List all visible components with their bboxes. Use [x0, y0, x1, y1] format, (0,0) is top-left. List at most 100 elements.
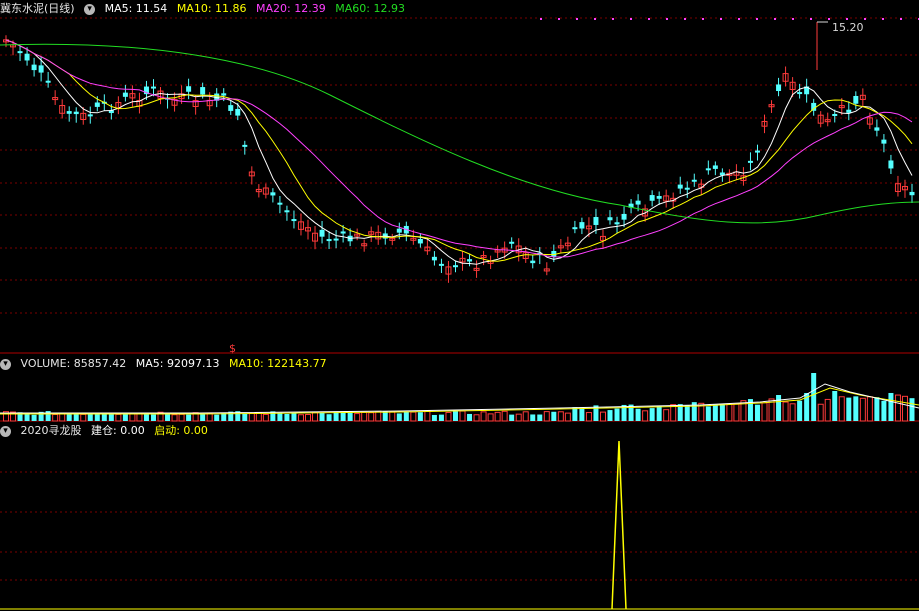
volume-bar [431, 414, 437, 421]
volume-bar [262, 413, 269, 422]
top-dot [900, 18, 902, 20]
top-dot [558, 18, 560, 20]
volume-bar [165, 414, 171, 421]
volume-bar [361, 411, 368, 422]
top-dot [576, 18, 578, 20]
candle-body [235, 108, 241, 116]
candle-body [881, 139, 887, 144]
top-dot [630, 18, 632, 20]
volume-bar [551, 411, 557, 421]
volume-bar [789, 403, 796, 422]
volume-bar [143, 413, 149, 421]
candle-body [509, 241, 515, 244]
moving-average-lines [0, 39, 919, 265]
volume-bar [859, 397, 866, 422]
volume-bar [248, 412, 255, 422]
volume-bar [52, 414, 59, 422]
candle-body [333, 238, 339, 241]
volume-bars [0, 373, 919, 422]
volume-bar [178, 413, 185, 422]
candle-body [122, 92, 128, 97]
volume-bar [445, 411, 452, 422]
volume-bar [754, 404, 760, 421]
candle-body [607, 217, 613, 221]
candle-body [656, 196, 662, 199]
top-dot [720, 18, 722, 20]
candle-body [291, 219, 297, 222]
volume-bar [200, 413, 206, 421]
top-dot [684, 18, 686, 20]
volume-bar [396, 413, 402, 421]
candle-body [396, 228, 402, 233]
top-dot [864, 18, 866, 20]
candle-body [754, 150, 760, 153]
ma60-line [0, 43, 919, 224]
volume-bar [171, 414, 178, 422]
top-dot [648, 18, 650, 20]
candle-body [853, 95, 859, 104]
volume-ma5-line [0, 383, 919, 414]
volume-bar [459, 410, 466, 422]
candle-body [38, 65, 44, 73]
volume-bar [340, 412, 346, 421]
volume-bar [733, 403, 740, 422]
volume-bar [824, 398, 831, 422]
volume-bar [122, 414, 128, 421]
volume-bar [382, 411, 388, 421]
candle-body [677, 184, 683, 189]
stock-chart[interactable]: 15.20 $ [0, 0, 919, 611]
volume-bar [389, 411, 396, 422]
volume-bar [333, 411, 339, 421]
candle-body [649, 195, 655, 201]
volume-bar [277, 412, 283, 421]
volume-bar [543, 411, 550, 422]
volume-bar [501, 410, 508, 422]
top-dot [756, 18, 758, 20]
candle-body [45, 80, 51, 83]
candle-body [417, 239, 423, 244]
volume-bar [585, 412, 592, 422]
volume-bar [599, 411, 606, 422]
volume-bar [150, 414, 156, 421]
top-dot [594, 18, 596, 20]
volume-bar [467, 413, 473, 421]
volume-bar [579, 408, 585, 421]
candle-body [684, 187, 690, 190]
top-dot [774, 18, 776, 20]
candle-body [326, 239, 332, 242]
candle-body [846, 109, 852, 113]
volume-bar [705, 406, 711, 421]
candle-body [909, 191, 915, 196]
volume-bar [530, 414, 536, 421]
volume-bar [291, 413, 297, 421]
volume-bar [186, 414, 192, 421]
top-dot [828, 18, 830, 20]
volume-bar [888, 392, 894, 421]
volume-bar [487, 413, 494, 422]
candle-body [691, 179, 697, 182]
ma20-line [5, 39, 913, 258]
candle-body [579, 222, 585, 229]
volume-bar [297, 414, 304, 422]
volume-bar [424, 410, 431, 422]
volume-bar [607, 410, 613, 421]
volume-bar [509, 414, 515, 421]
candle-body [277, 202, 283, 205]
candle-body [17, 51, 23, 54]
candle-body [319, 229, 325, 237]
candle-body [874, 127, 880, 131]
top-dot [540, 18, 542, 20]
volume-bar [811, 373, 817, 421]
candle-body [614, 222, 620, 225]
volume-bar [797, 400, 803, 421]
volume-bar [635, 408, 641, 421]
top-dot [810, 18, 812, 20]
volume-bar [782, 401, 789, 422]
candle-body [200, 87, 206, 95]
volume-bar [522, 411, 529, 422]
volume-bar [846, 397, 852, 421]
candle-body [242, 144, 248, 147]
volume-bar [515, 413, 522, 422]
volume-bar [438, 414, 444, 421]
candle-body [186, 86, 192, 92]
